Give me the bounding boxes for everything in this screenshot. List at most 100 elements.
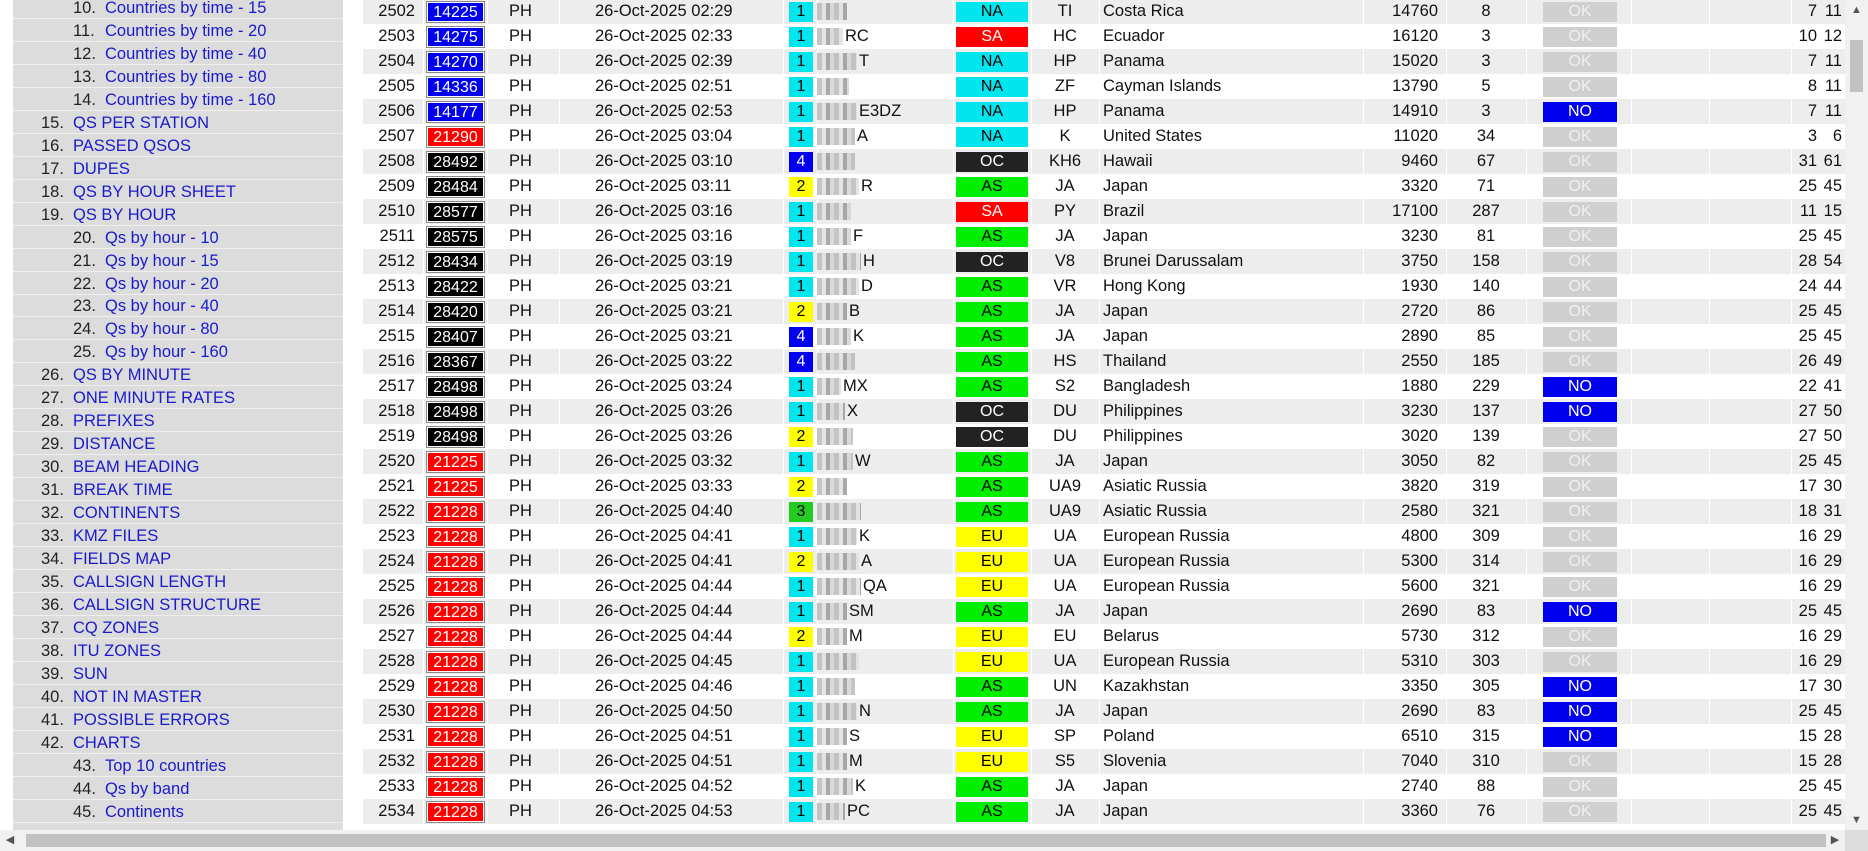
sidebar-item-link[interactable]: QS BY MINUTE: [73, 364, 191, 386]
sidebar-item-link[interactable]: CALLSIGN LENGTH: [73, 571, 226, 593]
sidebar-item[interactable]: 15. QS PER STATION: [13, 112, 343, 134]
sidebar-item[interactable]: 39. SUN: [13, 663, 343, 685]
sidebar-item[interactable]: 41. POSSIBLE ERRORS: [13, 709, 343, 731]
sidebar-item-link[interactable]: PASSED QSOS: [73, 135, 191, 157]
continent-badge: AS: [956, 502, 1028, 522]
sidebar-item-link[interactable]: SUN: [73, 663, 108, 685]
sidebar-item-link[interactable]: Qs by hour - 80: [105, 318, 219, 340]
sidebar-item[interactable]: 26. QS BY MINUTE: [13, 364, 343, 387]
sidebar-item[interactable]: 10. Countries by time - 15: [13, 0, 343, 19]
column-divider: [1631, 274, 1632, 299]
sidebar-item-link[interactable]: Countries by time - 160: [105, 89, 276, 111]
country-cell: Poland: [1103, 727, 1155, 745]
sidebar-item[interactable]: 17. DUPES: [13, 158, 343, 180]
sidebar-item-link[interactable]: Qs by band: [105, 778, 189, 800]
sidebar-item-link[interactable]: KMZ FILES: [73, 525, 158, 547]
sidebar-item-link[interactable]: CALLSIGN STRUCTURE: [73, 594, 261, 616]
sidebar-item-link[interactable]: QS BY HOUR SHEET: [73, 181, 236, 203]
sidebar-item-link[interactable]: QS PER STATION: [73, 112, 209, 134]
sidebar-item-link[interactable]: ONE MINUTE RATES: [73, 387, 235, 409]
sidebar-item[interactable]: 29. DISTANCE: [13, 433, 343, 456]
sidebar-item-link[interactable]: Countries by time - 15: [105, 0, 266, 19]
sidebar-item-link[interactable]: CONTINENTS: [73, 502, 180, 524]
operator-badge: 1: [789, 452, 813, 472]
sidebar-item-link[interactable]: POSSIBLE ERRORS: [73, 709, 230, 731]
sidebar-item[interactable]: 33. KMZ FILES: [13, 525, 343, 548]
sidebar-item-link[interactable]: Qs by hour - 15: [105, 250, 219, 272]
column-divider: [423, 124, 424, 149]
heading-cell: 76: [1476, 802, 1496, 820]
scroll-down-arrow-icon[interactable]: ▼: [1845, 810, 1868, 830]
sidebar-item-link[interactable]: DISTANCE: [73, 433, 155, 455]
datetime-cell: 26-Oct-2025 04:52: [595, 777, 733, 795]
sidebar-item[interactable]: 16. PASSED QSOS: [13, 135, 343, 157]
heading-cell: 140: [1472, 277, 1500, 295]
sidebar-item[interactable]: 27. ONE MINUTE RATES: [13, 387, 343, 410]
sidebar-item-link[interactable]: BREAK TIME: [73, 479, 173, 501]
sidebar-item[interactable]: 13. Countries by time - 80: [13, 66, 343, 88]
sidebar-item-link[interactable]: NOT IN MASTER: [73, 686, 202, 708]
sidebar-item[interactable]: 18. QS BY HOUR SHEET: [13, 181, 343, 203]
sidebar-item-link[interactable]: Continents: [105, 801, 184, 823]
sidebar-item[interactable]: 20. Qs by hour - 10: [13, 227, 343, 249]
sidebar-item-link[interactable]: FIELDS MAP: [73, 548, 171, 570]
sidebar-item-link[interactable]: ITU ZONES: [73, 640, 161, 662]
sidebar-item-link[interactable]: Qs by hour - 160: [105, 341, 228, 363]
sidebar-item-link[interactable]: Countries by time - 40: [105, 43, 266, 65]
sidebar-item[interactable]: 28. PREFIXES: [13, 410, 343, 433]
sidebar-item[interactable]: 23. Qs by hour - 40: [13, 295, 343, 318]
column-divider: [1631, 799, 1632, 824]
sidebar-item-link[interactable]: PREFIXES: [73, 410, 155, 432]
sidebar-item[interactable]: 40. NOT IN MASTER: [13, 686, 343, 708]
sidebar-item-link[interactable]: CHARTS: [73, 732, 141, 754]
sidebar-item[interactable]: 21. Qs by hour - 15: [13, 250, 343, 272]
sidebar-item[interactable]: 14. Countries by time - 160: [13, 89, 343, 111]
sidebar-item-link[interactable]: Qs by hour - 40: [105, 295, 219, 317]
table-row: 2505 14336 PH 26-Oct-2025 02:51 1 NA ZF Cayman …: [363, 74, 1845, 99]
sidebar-item[interactable]: 36. CALLSIGN STRUCTURE: [13, 594, 343, 616]
sidebar-item[interactable]: 34. FIELDS MAP: [13, 548, 343, 571]
sidebar-item[interactable]: 42. CHARTS: [13, 732, 343, 754]
horizontal-scrollbar[interactable]: ◀ ▶: [0, 830, 1868, 851]
scroll-left-arrow-icon[interactable]: ◀: [0, 830, 20, 851]
status-badge: OK: [1543, 127, 1617, 147]
column-divider: [1526, 149, 1527, 174]
sidebar-item[interactable]: 43. Top 10 countries: [13, 755, 343, 777]
vertical-scroll-thumb[interactable]: [1850, 40, 1863, 92]
sidebar-item[interactable]: 32. CONTINENTS: [13, 502, 343, 525]
sidebar-item[interactable]: 30. BEAM HEADING: [13, 456, 343, 479]
sidebar-item-link[interactable]: BEAM HEADING: [73, 456, 200, 478]
sidebar-item-link[interactable]: Qs by hour - 10: [105, 227, 219, 249]
vertical-scrollbar[interactable]: ▲ ▼: [1845, 0, 1868, 830]
status-badge: OK: [1543, 502, 1617, 522]
scroll-up-arrow-icon[interactable]: ▲: [1845, 0, 1868, 20]
sidebar-item[interactable]: 12. Countries by time - 40: [13, 43, 343, 65]
sidebar-item[interactable]: 45. Continents: [13, 801, 343, 823]
sidebar-item[interactable]: 44. Qs by band: [13, 778, 343, 800]
sidebar-item-link[interactable]: Countries by time - 80: [105, 66, 266, 88]
horizontal-scroll-thumb[interactable]: [26, 834, 1826, 847]
continent-badge: AS: [956, 177, 1028, 197]
sidebar-item[interactable]: 25. Qs by hour - 160: [13, 341, 343, 364]
scroll-right-arrow-icon[interactable]: ▶: [1825, 830, 1845, 851]
sidebar-item[interactable]: 35. CALLSIGN LENGTH: [13, 571, 343, 593]
sidebar-item[interactable]: 37. CQ ZONES: [13, 617, 343, 639]
sidebar-item[interactable]: 19. QS BY HOUR: [13, 204, 343, 226]
sidebar-item[interactable]: 22. Qs by hour - 20: [13, 273, 343, 295]
mode-cell: PH: [509, 77, 532, 95]
sidebar-item[interactable]: 31. BREAK TIME: [13, 479, 343, 502]
sidebar-item-link[interactable]: Qs by hour - 20: [105, 273, 219, 295]
sidebar-item-link[interactable]: Countries by time - 20: [105, 20, 266, 42]
operator-badge: 2: [789, 477, 813, 497]
sidebar-item[interactable]: 38. ITU ZONES: [13, 640, 343, 662]
column-divider: [559, 49, 560, 74]
sidebar-item[interactable]: 11. Countries by time - 20: [13, 20, 343, 42]
continent-badge: NA: [956, 77, 1028, 97]
status-badge: OK: [1543, 277, 1617, 297]
sidebar-item-link[interactable]: QS BY HOUR: [73, 204, 176, 226]
sidebar-item-link[interactable]: Top 10 countries: [105, 755, 226, 777]
sidebar-item-link[interactable]: CQ ZONES: [73, 617, 159, 639]
sidebar-item[interactable]: 24. Qs by hour - 80: [13, 318, 343, 341]
sidebar-item-link[interactable]: DUPES: [73, 158, 130, 180]
mode-cell: PH: [509, 577, 532, 595]
